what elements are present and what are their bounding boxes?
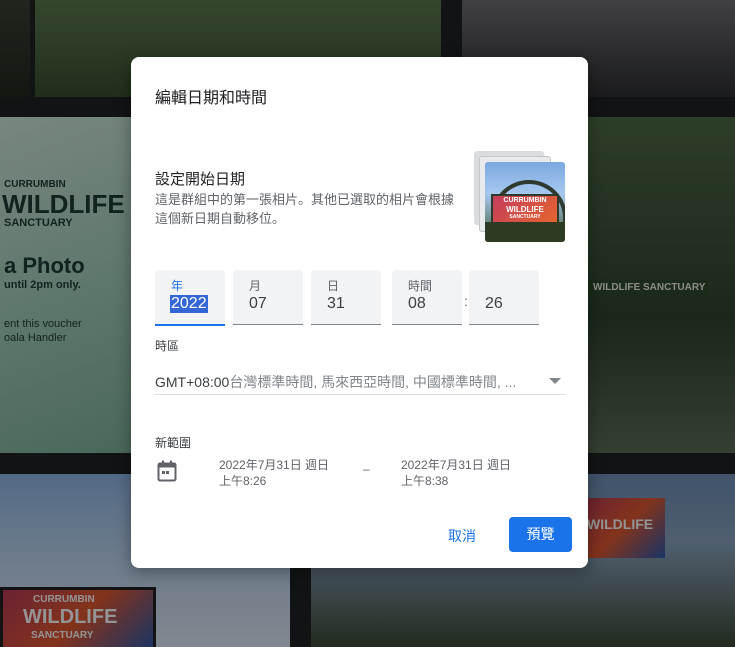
month-field[interactable]: 月 07 [233,270,303,325]
new-range-label: 新範圍 [155,436,192,450]
timezone-dropdown[interactable]: GMT+08:00台灣標準時間, 馬來西亞時間, 中國標準時間, ... [155,362,565,395]
edit-date-time-dialog: 編輯日期和時間 設定開始日期 這是群組中的第一張相片。其他已選取的相片會根據這個… [131,57,588,568]
range-end-date: 2022年7月31日 週日 [401,458,512,472]
range-end: 2022年7月31日 週日 上午8:38 [401,457,511,489]
thumbnail-sign-text: SANCTUARY [509,214,541,220]
dialog-title: 編輯日期和時間 [155,90,268,107]
range-separator: – [363,462,370,476]
year-value[interactable]: 2022 [170,295,208,313]
thumbnail-ground [485,222,565,242]
range-start: 2022年7月31日 週日 上午8:26 [219,457,329,489]
hour-value[interactable]: 08 [408,295,426,313]
preview-button[interactable]: 預覽 [509,517,572,552]
range-start-time: 上午8:26 [219,474,267,488]
photo-thumbnail-stack: CURRUMBIN WILDLIFE SANCTUARY [474,151,566,243]
range-start-date: 2022年7月31日 週日 [219,458,330,472]
thumbnail-sign: CURRUMBIN WILDLIFE SANCTUARY [491,194,559,224]
photo-thumbnail: CURRUMBIN WILDLIFE SANCTUARY [485,162,565,242]
day-field[interactable]: 日 31 [311,270,381,325]
month-value[interactable]: 07 [249,295,267,313]
timezone-offset: GMT+08:00 [155,374,230,390]
dropdown-arrow-icon[interactable] [549,378,561,384]
day-value[interactable]: 31 [327,295,345,313]
time-separator: : [464,293,468,309]
month-label: 月 [249,279,262,293]
year-field[interactable]: 年 2022 [155,270,225,326]
timezone-names: 台灣標準時間, 馬來西亞時間, 中國標準時間, ... [229,374,517,390]
start-date-heading: 設定開始日期 [155,171,246,188]
cancel-button[interactable]: 取消 [435,519,489,553]
timezone-selected-value: GMT+08:00台灣標準時間, 馬來西亞時間, 中國標準時間, ... [155,372,540,392]
thumbnail-sign-text: CURRUMBIN [503,197,547,204]
range-end-time: 上午8:38 [401,474,449,488]
minute-value[interactable]: 26 [485,295,503,313]
hour-label: 時間 [408,279,433,293]
thumbnail-sign-text: WILDLIFE [506,205,544,214]
start-date-description: 這是群組中的第一張相片。其他已選取的相片會根據這個新日期自動移位。 [155,192,455,226]
minute-field[interactable]: 26 [469,270,539,325]
timezone-label: 時區 [155,339,180,353]
hour-field[interactable]: 時間 08 [392,270,462,325]
calendar-icon [157,460,177,482]
day-label: 日 [327,279,340,293]
year-label: 年 [171,279,184,293]
